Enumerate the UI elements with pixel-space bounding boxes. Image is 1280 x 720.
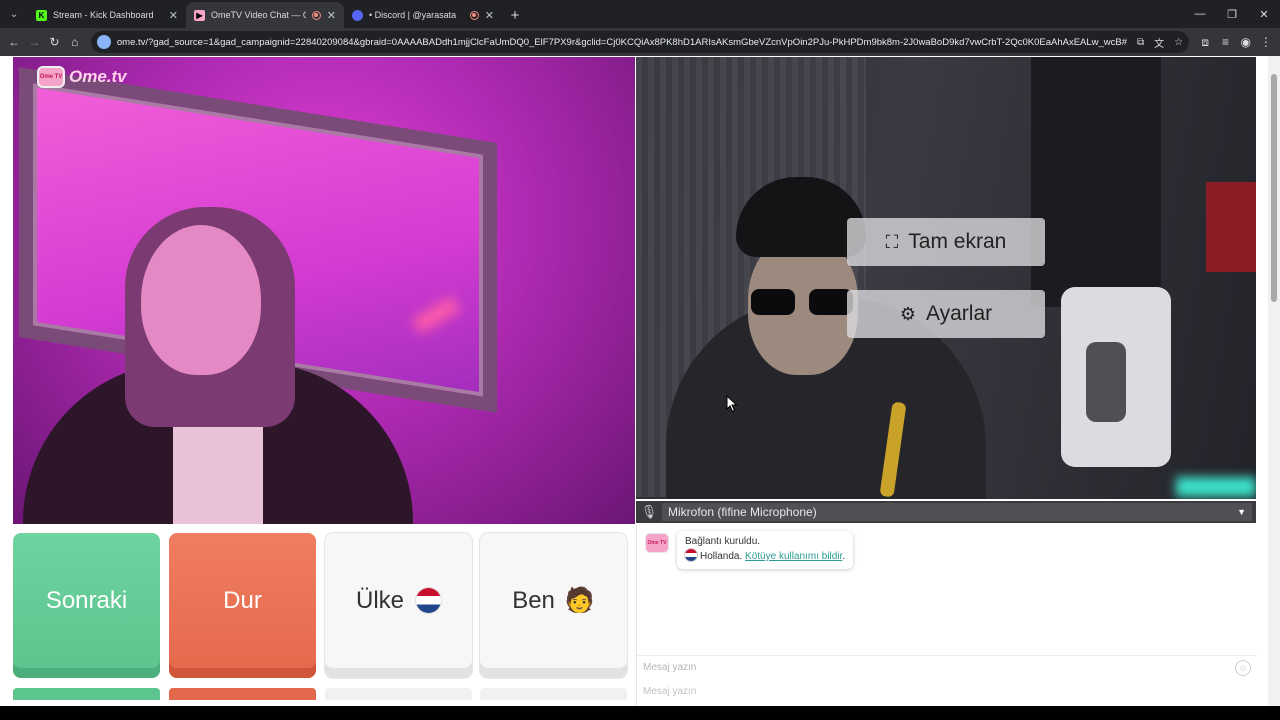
address-bar[interactable]: ome.tv/?gad_source=1&gad_campaignid=2284…	[90, 31, 1190, 53]
ometv-wordmark: Ome.tv	[69, 67, 127, 86]
close-window-icon[interactable]: ✕	[1248, 0, 1280, 28]
kick-icon: K	[36, 9, 47, 21]
stranger-video: Ome TV Ome.tv	[13, 57, 635, 524]
next-button[interactable]: Sonraki	[13, 533, 160, 678]
url-text[interactable]: ome.tv/?gad_source=1&gad_campaignid=2284…	[117, 37, 1127, 48]
microphone-icon: 🎙	[640, 504, 658, 519]
reload-icon[interactable]: ↻	[44, 30, 64, 54]
microphone-select[interactable]: Mikrofon (fifine Microphone) ▼	[662, 503, 1252, 521]
stranger-face	[141, 225, 261, 375]
site-info-icon[interactable]	[96, 35, 111, 49]
chat-panel: Ome TV Bağlantı kuruldu. Hollanda. Kötüy…	[636, 525, 1257, 706]
teal-glow	[1176, 477, 1256, 497]
install-app-icon[interactable]: ⧉	[1137, 37, 1144, 48]
discord-icon	[352, 9, 363, 21]
fullscreen-button[interactable]: ⛶ Tam ekran	[847, 218, 1045, 266]
tab-title: • Discord | @yarasata	[369, 10, 457, 20]
message-input-ghost: Mesaj yazın	[637, 681, 1257, 701]
settings-label: Ayarlar	[926, 302, 993, 325]
scrollbar-thumb[interactable]	[1271, 74, 1277, 302]
microphone-bar: 🎙 Mikrofon (fifine Microphone) ▼	[636, 501, 1256, 523]
me-label: Ben	[512, 586, 555, 614]
country-button-shadow	[325, 688, 472, 700]
profile-avatar[interactable]: ◉	[1236, 30, 1256, 54]
media-controls-icon[interactable]: ≡	[1215, 30, 1235, 54]
netherlands-flag-icon	[416, 588, 441, 613]
message-input-row: ☺	[637, 655, 1257, 679]
system-message: Bağlantı kuruldu. Hollanda. Kötüye kulla…	[677, 531, 854, 569]
stop-button-shadow	[169, 688, 316, 700]
ometv-icon: ▶	[194, 9, 205, 21]
recording-icon	[469, 10, 479, 20]
sunglasses	[751, 289, 855, 317]
recording-icon	[311, 10, 321, 20]
tab-title: Stream - Kick Dashboard	[53, 10, 154, 20]
settings-button[interactable]: ⚙ Ayarlar	[847, 290, 1045, 338]
tab-kick-dashboard[interactable]: K Stream - Kick Dashboard ✕	[28, 2, 186, 28]
bottom-strip	[0, 706, 1280, 720]
message-input[interactable]	[643, 662, 1235, 673]
wall-poster	[1031, 57, 1161, 307]
microphone-selected: Mikrofon (fifine Microphone)	[668, 505, 817, 519]
menu-kebab-icon[interactable]: ⋮	[1256, 30, 1276, 54]
country-button[interactable]: Ülke	[325, 533, 472, 678]
ometv-logo[interactable]: Ome TV Ome.tv	[37, 66, 127, 88]
fullscreen-icon: ⛶	[885, 231, 899, 252]
stop-button[interactable]: Dur	[169, 533, 316, 678]
emoji-icon[interactable]: ☺	[1235, 659, 1251, 676]
mouse-cursor-icon	[726, 394, 738, 413]
close-tab-icon[interactable]: ✕	[169, 9, 178, 22]
ometv-avatar: Ome TV	[645, 533, 669, 553]
next-label: Sonraki	[45, 586, 128, 614]
minimize-icon[interactable]: —	[1184, 0, 1216, 28]
close-tab-icon[interactable]: ✕	[485, 9, 494, 22]
self-video	[636, 57, 1256, 499]
page-scrollbar[interactable]	[1268, 56, 1280, 706]
forward-icon[interactable]: →	[24, 30, 44, 54]
bookmark-star-icon[interactable]: ☆	[1174, 37, 1183, 48]
tab-strip: ⌄ K Stream - Kick Dashboard ✕ ▶ OmeTV Vi…	[0, 0, 1280, 28]
ghost-placeholder: Mesaj yazın	[643, 685, 697, 697]
netherlands-flag-icon	[685, 549, 697, 561]
close-tab-icon[interactable]: ✕	[327, 9, 336, 22]
me-button[interactable]: Ben 🧑	[480, 533, 627, 678]
home-icon[interactable]: ⌂	[65, 30, 85, 54]
stop-label: Dur	[223, 586, 262, 614]
maximize-icon[interactable]: ❐	[1216, 0, 1248, 28]
red-sign	[1206, 182, 1256, 272]
report-abuse-link[interactable]: Kötüye kullanımı bildir	[745, 551, 842, 562]
me-button-shadow	[480, 688, 627, 700]
new-tab-button[interactable]: +	[502, 2, 528, 28]
translate-icon[interactable]: 文	[1154, 35, 1164, 50]
boy-emoji-icon: 🧑	[564, 587, 595, 614]
partner-country: Hollanda.	[700, 551, 743, 562]
extensions-icon[interactable]: ⧈	[1195, 30, 1215, 54]
browser-toolbar: ← → ↻ ⌂ ome.tv/?gad_source=1&gad_campaig…	[0, 28, 1280, 56]
tab-discord[interactable]: • Discord | @yarasata ✕	[344, 2, 502, 28]
report-suffix: .	[842, 551, 846, 562]
next-button-shadow	[13, 688, 160, 700]
back-icon[interactable]: ←	[4, 30, 24, 54]
window-controls: — ❐ ✕	[1184, 0, 1280, 28]
page-viewport: Ome TV Ome.tv ⛶ Tam ekran ⚙ Ayarlar 🎙 Mi…	[0, 56, 1280, 706]
partner-country-line: Hollanda. Kötüye kullanımı bildir.	[685, 549, 845, 564]
browser-window: ⌄ K Stream - Kick Dashboard ✕ ▶ OmeTV Vi…	[0, 0, 1280, 720]
gear-icon: ⚙	[899, 303, 916, 324]
microphone-grill	[1086, 342, 1126, 422]
fullscreen-label: Tam ekran	[908, 230, 1007, 253]
tab-ometv[interactable]: ▶ OmeTV Video Chat — Ome ✕	[186, 2, 344, 28]
tab-search-icon[interactable]: ⌄	[0, 0, 28, 28]
chevron-down-icon: ▼	[1237, 507, 1246, 517]
tab-title: OmeTV Video Chat — Ome	[211, 10, 306, 20]
ometv-logo-icon: Ome TV	[37, 66, 65, 88]
connection-status: Bağlantı kuruldu.	[685, 536, 761, 547]
country-label: Ülke	[355, 586, 404, 614]
